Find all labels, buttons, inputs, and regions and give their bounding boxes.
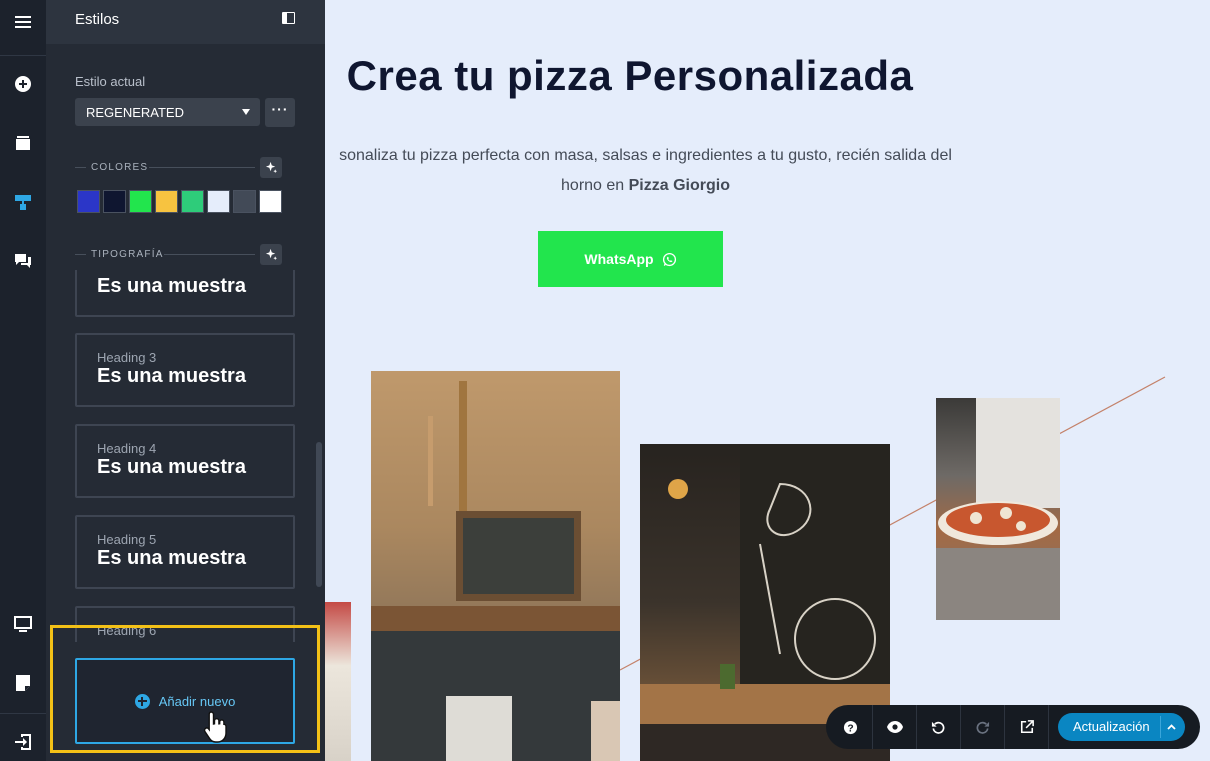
- page-title: Crea tu pizza Personalizada: [346, 52, 914, 99]
- update-button[interactable]: Actualización: [1058, 713, 1185, 741]
- hero-description-line: sonaliza tu pizza perfecta con masa, sal…: [339, 147, 952, 164]
- bottom-toolbar: ? Actualización: [826, 705, 1200, 749]
- pizza-photo-partial: [325, 602, 351, 761]
- hero-description-prefix: horno en: [561, 177, 629, 194]
- whatsapp-label: WhatsApp: [584, 251, 654, 267]
- pizza-chef-photo: [936, 398, 1060, 620]
- business-name: Pizza Giorgio: [628, 177, 730, 194]
- external-link-icon[interactable]: [1005, 705, 1048, 749]
- hero-description-line: horno en Pizza Giorgio: [293, 171, 998, 201]
- whatsapp-icon: [662, 252, 676, 266]
- hero-description: sonaliza tu pizza perfecta con masa, sal…: [293, 141, 998, 201]
- redo-icon[interactable]: [961, 705, 1004, 749]
- chevron-up-icon[interactable]: [1160, 716, 1182, 738]
- toolbar-divider: [1048, 705, 1049, 749]
- help-icon[interactable]: ?: [829, 705, 872, 749]
- undo-icon[interactable]: [917, 705, 960, 749]
- whatsapp-button[interactable]: WhatsApp: [538, 231, 723, 287]
- preview-eye-icon[interactable]: [873, 705, 916, 749]
- update-label: Actualización: [1073, 719, 1150, 734]
- svg-text:?: ?: [847, 723, 853, 734]
- pizzeria-chalkboard-photo: [371, 371, 620, 761]
